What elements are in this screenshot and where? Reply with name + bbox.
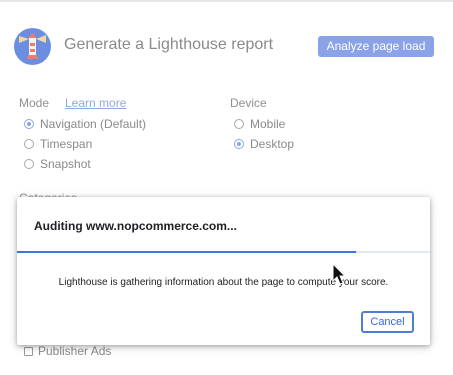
checkbox[interactable] bbox=[24, 346, 33, 356]
mode-option-timespan[interactable]: Timespan bbox=[24, 137, 92, 151]
cancel-button[interactable]: Cancel bbox=[361, 311, 414, 333]
dialog-message: Lighthouse is gathering information abou… bbox=[58, 277, 389, 288]
device-label: Device bbox=[230, 96, 267, 110]
radio-button-checked[interactable] bbox=[24, 119, 34, 129]
category-label: Publisher Ads bbox=[38, 344, 112, 358]
analyze-page-load-button[interactable]: Analyze page load bbox=[318, 36, 434, 57]
page-title: Generate a Lighthouse report bbox=[64, 36, 274, 53]
mouse-cursor-icon bbox=[332, 263, 346, 285]
dialog-title: Auditing www.nopcommerce.com... bbox=[34, 219, 237, 233]
learn-more-link[interactable]: Learn more bbox=[65, 96, 126, 110]
auditing-dialog: Auditing www.nopcommerce.com... Lighthou… bbox=[17, 197, 430, 345]
radio-button-checked[interactable] bbox=[234, 139, 244, 149]
device-option-mobile[interactable]: Mobile bbox=[234, 117, 285, 131]
progress-bar bbox=[17, 251, 430, 253]
radio-button[interactable] bbox=[24, 159, 34, 169]
category-publisher-ads[interactable]: Publisher Ads bbox=[24, 344, 111, 358]
lighthouse-panel: Generate a Lighthouse report Analyze pag… bbox=[0, 0, 453, 375]
panel-top-border bbox=[0, 0, 453, 2]
radio-button[interactable] bbox=[24, 139, 34, 149]
mode-option-label: Navigation (Default) bbox=[40, 117, 147, 131]
progress-bar-fill bbox=[17, 251, 356, 253]
radio-button[interactable] bbox=[234, 119, 244, 129]
device-option-desktop[interactable]: Desktop bbox=[234, 137, 294, 151]
lighthouse-logo-icon bbox=[14, 28, 51, 65]
mode-option-snapshot[interactable]: Snapshot bbox=[24, 157, 91, 171]
device-option-label: Desktop bbox=[250, 137, 295, 151]
mode-label: Mode bbox=[19, 96, 50, 110]
device-option-label: Mobile bbox=[250, 117, 286, 131]
mode-option-navigation[interactable]: Navigation (Default) bbox=[24, 117, 146, 131]
mode-option-label: Timespan bbox=[40, 137, 93, 151]
mode-option-label: Snapshot bbox=[40, 157, 91, 171]
